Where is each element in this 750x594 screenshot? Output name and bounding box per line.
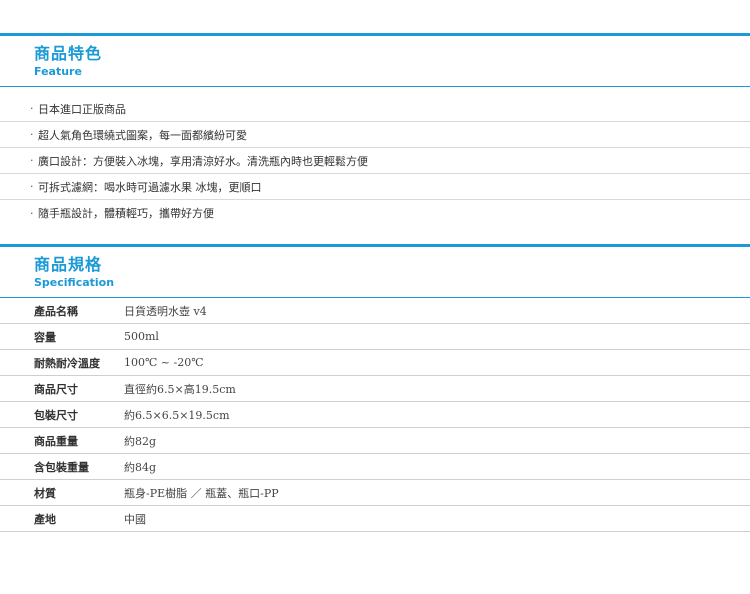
feature-title: 商品特色: [34, 44, 103, 63]
bullet-dot: ·: [30, 102, 34, 115]
feature-section: 商品特色 Feature · 日本進口正版商品 · 超人氣角色環繞式圖案，每一面…: [0, 33, 750, 226]
feature-item: · 隨手瓶設計，體積輕巧，攜帶好方便: [0, 200, 750, 226]
spec-title: 商品規格: [34, 255, 103, 274]
spec-value: 直徑約6.5×高19.5cm: [124, 382, 236, 396]
spec-label: 產地: [34, 512, 56, 526]
spec-label: 耐熱耐冷溫度: [34, 356, 100, 370]
spec-row: 容量 500ml: [0, 324, 750, 350]
spec-row: 耐熱耐冷溫度 100℃ ~ -20℃: [0, 350, 750, 376]
feature-item-text: 隨手瓶設計，體積輕巧，攜帶好方便: [38, 207, 214, 220]
spec-label: 容量: [34, 330, 56, 344]
spec-row: 產品名稱 日貨透明水壺 v4: [0, 298, 750, 324]
spec-value: 中國: [124, 512, 146, 526]
feature-item: · 日本進口正版商品: [0, 96, 750, 122]
spec-subtitle: Specification: [34, 276, 115, 289]
spec-header: 商品規格 Specification: [0, 247, 750, 298]
feature-item-text: 日本進口正版商品: [38, 102, 126, 116]
spec-row: 材質 瓶身-PE樹脂 ／ 瓶蓋、瓶口-PP: [0, 480, 750, 506]
spec-label: 材質: [34, 486, 56, 500]
feature-item-text: 廣口設計：方便裝入冰塊，享用清涼好水。清洗瓶內時也更輕鬆方便: [38, 154, 368, 168]
spec-value: 瓶身-PE樹脂 ／ 瓶蓋、瓶口-PP: [124, 486, 279, 500]
spec-label: 包裝尺寸: [34, 408, 78, 422]
spec-row: 含包裝重量 約84g: [0, 454, 750, 480]
spec-row: 商品尺寸 直徑約6.5×高19.5cm: [0, 376, 750, 402]
feature-item-text: 可拆式濾網：喝水時可過濾水果 冰塊，更順口: [38, 180, 262, 194]
spec-value: 100℃ ~ -20℃: [124, 356, 204, 369]
feature-item-text: 超人氣角色環繞式圖案，每一面都繽紛可愛: [38, 128, 247, 142]
feature-header: 商品特色 Feature: [0, 36, 750, 87]
bullet-dot: ·: [30, 154, 34, 167]
spec-label: 含包裝重量: [34, 460, 89, 474]
spec-section: 商品規格 Specification 產品名稱 日貨透明水壺 v4 容量 500…: [0, 244, 750, 532]
feature-item: · 廣口設計：方便裝入冰塊，享用清涼好水。清洗瓶內時也更輕鬆方便: [0, 148, 750, 174]
feature-list: · 日本進口正版商品 · 超人氣角色環繞式圖案，每一面都繽紛可愛 · 廣口設計：…: [0, 96, 750, 226]
spec-value: 約84g: [124, 460, 157, 474]
spec-value: 約6.5×6.5×19.5cm: [124, 408, 230, 422]
spec-value: 500ml: [124, 330, 159, 343]
bullet-dot: ·: [30, 128, 34, 141]
spec-label: 產品名稱: [34, 304, 78, 318]
feature-item: · 可拆式濾網：喝水時可過濾水果 冰塊，更順口: [0, 174, 750, 200]
spec-label: 商品尺寸: [34, 382, 78, 396]
spec-value: 日貨透明水壺 v4: [124, 304, 207, 318]
spec-row: 產地 中國: [0, 506, 750, 532]
spec-row: 包裝尺寸 約6.5×6.5×19.5cm: [0, 402, 750, 428]
feature-item: · 超人氣角色環繞式圖案，每一面都繽紛可愛: [0, 122, 750, 148]
bullet-dot: ·: [30, 206, 34, 220]
bullet-dot: ·: [30, 180, 34, 193]
spec-value: 約82g: [124, 434, 157, 448]
spec-label: 商品重量: [34, 434, 78, 448]
spec-row: 商品重量 約82g: [0, 428, 750, 454]
spec-table: 產品名稱 日貨透明水壺 v4 容量 500ml 耐熱耐冷溫度 100℃ ~ -2…: [0, 298, 750, 532]
feature-subtitle: Feature: [34, 65, 82, 78]
